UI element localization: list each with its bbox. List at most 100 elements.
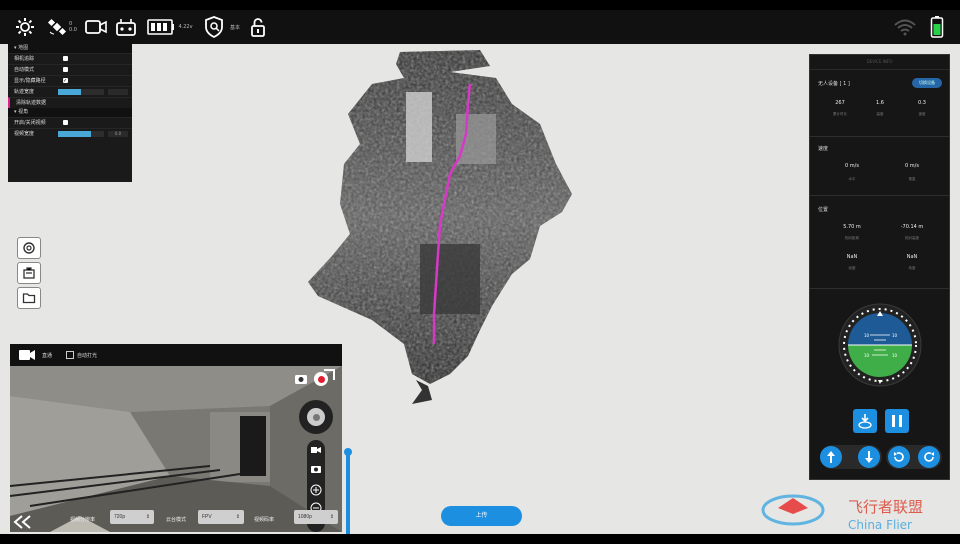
position-label: 相对距离	[845, 236, 859, 240]
video-width-slider[interactable]	[58, 131, 104, 137]
resolution-label: 视频分辨率	[70, 517, 96, 523]
setting-label: 自动模式	[14, 67, 35, 73]
expand-icon[interactable]	[320, 368, 336, 384]
radio-controller-icon[interactable]	[114, 14, 138, 40]
watermark-cn: 飞行者联盟	[848, 498, 924, 516]
land-button[interactable]	[853, 409, 877, 433]
gimbal-joystick[interactable]	[299, 400, 333, 434]
position-title: 位置	[818, 207, 829, 213]
flight-mode[interactable]: 基本	[200, 14, 244, 40]
zoom-in-icon[interactable]	[310, 484, 322, 496]
stat-value: 267	[835, 100, 845, 106]
setting-label: 轨迹宽度	[14, 89, 35, 95]
attitude-indicator: 10 10 10 10	[838, 303, 922, 387]
setting-row[interactable]: 自动模式	[8, 64, 132, 75]
device-index: 1	[843, 81, 847, 87]
camera-header: 直通 自动打光	[10, 344, 342, 366]
pause-icon	[892, 415, 902, 427]
setting-slider-row: 轨迹宽度	[8, 86, 132, 97]
bitrate-value: 1080p	[298, 514, 312, 520]
bitrate-select[interactable]: 1080p ⇕	[294, 510, 338, 524]
rotate-left-icon	[894, 452, 904, 462]
snapshot-icon[interactable]	[294, 372, 308, 386]
setting-row[interactable]: 相机追踪	[8, 53, 132, 64]
clear-track-button[interactable]: 清除轨迹数据	[8, 97, 132, 108]
camera-icon[interactable]	[311, 464, 321, 473]
flight-mode-label: 基本	[229, 24, 240, 31]
settings-icon[interactable]	[12, 14, 38, 40]
position-value: -70.14 m	[900, 224, 924, 230]
camera-view[interactable]	[10, 366, 342, 532]
video-camera-icon[interactable]	[311, 446, 321, 454]
pause-button[interactable]	[885, 409, 909, 433]
gimbal-mode-label: 云台模式	[166, 517, 187, 523]
stat-value: 0.3	[918, 100, 926, 106]
slider-value-box[interactable]	[108, 89, 128, 95]
collapse-icon[interactable]	[12, 514, 34, 530]
setting-checkbox[interactable]	[63, 67, 68, 72]
rotate-right-button[interactable]	[918, 446, 940, 468]
resolution-value: 720p	[114, 514, 126, 520]
device-label: 无人设备	[818, 81, 839, 87]
video-camera-icon[interactable]	[84, 14, 108, 40]
setting-label: 开启/关闭视频	[14, 120, 46, 126]
ascend-icon	[827, 451, 835, 463]
position-value: NaN	[846, 254, 858, 260]
ascend-button[interactable]	[820, 446, 842, 468]
auto-light-checkbox[interactable]	[66, 351, 75, 359]
position-label: 经度	[848, 266, 856, 270]
camera-vertical-slider[interactable]	[344, 448, 352, 534]
unlock-icon[interactable]	[248, 14, 268, 40]
point-cloud-map[interactable]	[300, 44, 590, 404]
joystick-knob[interactable]	[307, 408, 325, 426]
setting-slider-row: 视频宽度 0.0	[8, 128, 132, 139]
shield-icon	[205, 16, 223, 38]
settings-icon	[23, 242, 35, 254]
position-value: NaN	[906, 254, 918, 260]
device-info-panel: DEVICE INFO 无人设备 [ 1 ] 切换设备 267 累计时长 1.6…	[809, 54, 950, 480]
pitch-mark: 10	[864, 353, 870, 358]
setting-checkbox[interactable]	[63, 76, 68, 86]
resolution-select[interactable]: 720p ⇕	[110, 510, 154, 524]
satellite-precision: 0.0	[69, 27, 77, 33]
position-label: 相对高度	[905, 236, 919, 240]
settings-section-map: ▾ 地图	[8, 44, 132, 53]
auto-light-label: 自动打光	[77, 352, 98, 359]
position-section: 位置 5.70 m 相对距离 -70.14 m 相对高度 NaN 经度 NaN …	[810, 196, 949, 289]
battery-voltage: 4.22v	[146, 14, 194, 40]
device-header: 无人设备 [ 1 ]	[818, 81, 850, 87]
speed-title: 速度	[818, 146, 829, 152]
chevron-updown-icon: ⇕	[145, 514, 150, 520]
descend-button[interactable]	[858, 446, 880, 468]
upload-button[interactable]: 上传	[441, 506, 522, 526]
map-settings-button[interactable]	[17, 237, 41, 259]
setting-checkbox[interactable]	[63, 120, 68, 125]
task-button[interactable]	[17, 262, 41, 284]
speed-label: 水平	[848, 177, 856, 181]
speed-label: 垂直	[908, 177, 916, 181]
position-value: 5.70 m	[843, 224, 861, 230]
speed-value: 0 m/s	[905, 163, 919, 169]
folder-button[interactable]	[17, 287, 41, 309]
video-camera-icon[interactable]	[18, 349, 36, 361]
pitch-mark: 10	[892, 353, 898, 358]
satellite-status: 0 0.0	[44, 14, 80, 40]
setting-row[interactable]: 开启/关闭视频	[8, 117, 132, 128]
settings-section-view: ▾ 视角	[8, 108, 132, 117]
pitch-mark: 10	[892, 333, 898, 338]
land-icon	[858, 414, 872, 429]
gimbal-mode-select[interactable]: FPV ⇕	[198, 510, 244, 524]
switch-device-button[interactable]: 切换设备	[912, 78, 942, 88]
position-label: 纬度	[908, 266, 916, 270]
rotate-left-button[interactable]	[888, 446, 910, 468]
section-title: 视角	[18, 109, 29, 115]
setting-label: 相机追踪	[14, 56, 35, 62]
watermark-logo	[761, 494, 825, 526]
setting-row[interactable]: 显示/隐藏路径	[8, 75, 132, 86]
watermark-en: China Flier	[848, 518, 912, 532]
speed-value: 0 m/s	[845, 163, 859, 169]
battery-icon	[147, 19, 175, 35]
setting-checkbox[interactable]	[63, 56, 68, 61]
track-width-slider[interactable]	[58, 89, 104, 95]
slider-value-box[interactable]: 0.0	[108, 131, 128, 137]
